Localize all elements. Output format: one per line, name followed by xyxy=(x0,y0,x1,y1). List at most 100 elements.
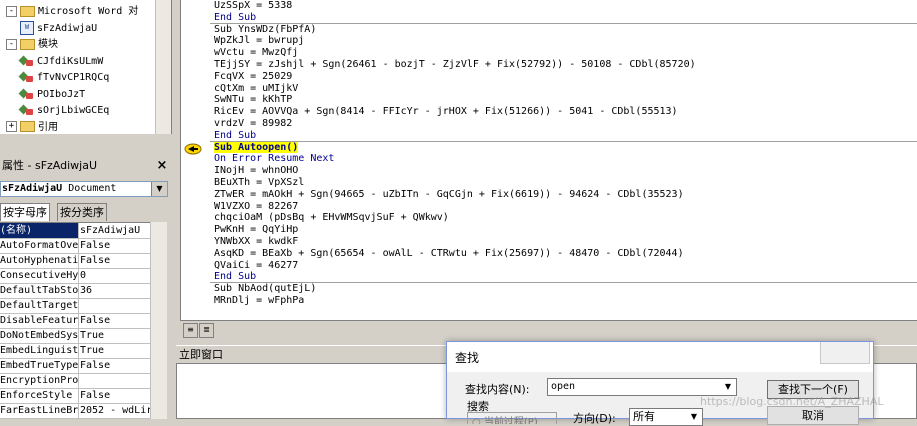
code-line: MRnDlj = wFphPa xyxy=(214,295,304,307)
code-line: cQtXm = uMIjkV xyxy=(214,83,298,95)
code-line-text: chqciOaM (pDsBq + EHvWMSqvjSuF + QWkwv) xyxy=(214,212,449,224)
property-row[interactable]: EmbedLinguisticDataTrue xyxy=(0,343,150,359)
property-value[interactable]: 2052 - wdLir xyxy=(80,403,150,418)
property-name: EmbedLinguisticData xyxy=(0,343,79,358)
object-type: Document xyxy=(68,183,117,194)
property-value[interactable]: sFzAdiwjaU xyxy=(80,223,150,238)
chevron-down-icon[interactable]: ▼ xyxy=(720,379,736,395)
code-line: ZTwER = mAOkH + Sgn(94665 - uZbITn - GqC… xyxy=(214,189,684,201)
close-button[interactable] xyxy=(820,342,870,364)
property-name: EnforceStyle xyxy=(0,388,79,403)
collapse-icon[interactable]: - xyxy=(6,5,17,17)
code-line-text: YNWbXX = kwdkF xyxy=(214,236,299,247)
close-icon[interactable]: × xyxy=(155,159,169,173)
code-line-text: cQtXm = uMIjkV xyxy=(214,82,299,94)
find-what-input[interactable]: open xyxy=(547,378,737,396)
code-line-text: PwKnH = QqYiHp xyxy=(214,224,299,236)
property-value[interactable]: True xyxy=(80,328,150,343)
code-line-text: End Sub xyxy=(214,11,257,23)
property-name: AutoHyphenation xyxy=(0,253,79,268)
property-name: DisableFeatures xyxy=(0,313,79,328)
property-value[interactable]: False xyxy=(80,253,150,268)
property-name: EmbedTrueTypeFonts xyxy=(0,358,79,373)
property-name: FarEastLineBreakLevel xyxy=(0,403,79,418)
code-line-text: WpZkJl = bwrupj xyxy=(214,35,305,47)
property-row[interactable]: DoNotEmbedSystemFontsTrue xyxy=(0,328,150,344)
property-row[interactable]: EmbedTrueTypeFontsFalse xyxy=(0,358,150,374)
code-line: Sub Autoopen() xyxy=(214,141,299,154)
property-row[interactable]: AutoFormatOverrideFalse xyxy=(0,238,150,254)
tree-item[interactable]: POIboJzT xyxy=(20,87,85,103)
property-row[interactable]: AutoHyphenationFalse xyxy=(0,253,150,269)
tree-item-label: sFzAdiwjaU xyxy=(37,22,98,34)
code-line: PwKnH = QqYiHp xyxy=(214,224,298,236)
code-line-text: End Sub xyxy=(214,129,257,141)
find-dialog-titlebar[interactable] xyxy=(447,342,873,372)
expand-icon[interactable]: + xyxy=(6,121,17,132)
chevron-down-icon[interactable]: ▼ xyxy=(686,409,702,425)
property-row[interactable]: EncryptionProvider xyxy=(0,373,150,389)
tree-item[interactable]: WsFzAdiwjaU xyxy=(20,20,98,37)
code-line: WpZkJl = bwrupj xyxy=(214,35,304,47)
property-value[interactable]: False xyxy=(80,358,150,373)
code-window[interactable]: UzSSpX = 5338 End Sub Sub YnsWDz(FbPfA) WpZ… xyxy=(180,0,917,320)
tree-item-label: Microsoft Word 对 xyxy=(38,6,139,17)
scope-current-procedure[interactable]: ○ 当前过程(P) xyxy=(467,412,557,424)
tree-item[interactable]: + 引用 xyxy=(6,120,58,135)
find-what-label: 查找内容(N): xyxy=(465,383,530,396)
property-value[interactable]: 36 xyxy=(80,283,150,298)
code-line-text: QVaiCi = 46277 xyxy=(214,259,299,271)
code-line-text: MRnDlj = wFphPa xyxy=(214,295,305,306)
property-row[interactable]: ConsecutiveHyphensLimit0 xyxy=(0,268,150,284)
code-line-text: Sub YnsWDz(FbPfA) xyxy=(214,23,317,35)
code-line: INojH = whnOHO xyxy=(214,165,298,177)
code-line-text: AsqKD = BEaXb + Sgn(65654 - owAlL - CTRw… xyxy=(214,247,684,259)
tree-item-label: 引用 xyxy=(38,121,58,133)
module-icon xyxy=(20,104,34,116)
property-name: DoNotEmbedSystemFonts xyxy=(0,328,79,343)
module-icon xyxy=(20,71,34,83)
code-line-text: Sub NbAod(qutEjL) xyxy=(214,283,317,295)
module-icon xyxy=(20,55,34,67)
property-name: DefaultTargetFrame xyxy=(0,298,79,313)
object-selector[interactable]: sFzAdiwjaU Document xyxy=(0,181,168,197)
property-grid-scrollbar[interactable] xyxy=(150,222,167,419)
property-row[interactable]: DisableFeaturesFalse xyxy=(0,313,150,329)
code-line: chqciOaM (pDsBq + EHvWMSqvjSuF + QWkwv) xyxy=(214,212,449,224)
property-row[interactable]: DefaultTargetFrame xyxy=(0,298,150,314)
tab-alphabetic[interactable]: 按字母序 xyxy=(0,203,50,221)
property-row[interactable]: (名称) sFzAdiwjaU xyxy=(0,223,150,239)
tree-item-label: POIboJzT xyxy=(37,88,86,100)
code-line: W1VZXO = 82267 xyxy=(214,201,298,213)
tree-item[interactable]: - 模块 xyxy=(6,37,58,53)
code-line-text: TEjjSY = zJshjl + Sgn(26461 - bozjT - Zj… xyxy=(214,59,696,70)
property-value[interactable]: False xyxy=(80,238,150,253)
chevron-down-icon[interactable]: ▼ xyxy=(151,182,167,196)
tree-item-label: fTvNvCP1RQCq xyxy=(37,72,110,83)
cancel-button[interactable]: 取消 xyxy=(767,406,859,425)
tree-item[interactable]: - Microsoft Word 对 xyxy=(6,4,138,20)
code-line: On Error Resume Next xyxy=(214,153,334,165)
property-value[interactable]: False xyxy=(80,313,150,328)
code-line: Sub YnsWDz(FbPfA) xyxy=(214,24,316,36)
properties-title: 属性 - sFzAdiwjaU xyxy=(0,157,172,175)
code-line: wVctu = MwzQfj xyxy=(214,47,298,59)
code-line-text: BEuXTh = VpXSzl xyxy=(214,177,305,188)
property-row[interactable]: DefaultTabStop 36 xyxy=(0,283,150,299)
property-row[interactable]: FarEastLineBreakLevel2052 - wdLir xyxy=(0,403,150,419)
full-module-view-button[interactable]: ≣ xyxy=(199,323,214,338)
tree-item[interactable]: sOrjLbiwGCEq xyxy=(20,103,109,119)
code-line-text: On Error Resume Next xyxy=(214,153,335,165)
project-explorer-scrollbar[interactable] xyxy=(155,0,171,134)
tab-categorized[interactable]: 按分类序 xyxy=(57,203,107,221)
property-value[interactable]: 0 xyxy=(80,268,150,283)
property-value[interactable]: False xyxy=(80,388,150,403)
folder-icon xyxy=(20,121,35,132)
tree-item[interactable]: CJfdiKsULmW xyxy=(20,54,103,70)
tree-item[interactable]: fTvNvCP1RQCq xyxy=(20,70,109,86)
property-name: AutoFormatOverride xyxy=(0,238,79,253)
property-row[interactable]: EnforceStyle False xyxy=(0,388,150,404)
collapse-icon[interactable]: - xyxy=(6,38,17,50)
procedure-view-button[interactable]: ≡ xyxy=(183,323,198,338)
property-value[interactable]: True xyxy=(80,343,150,358)
